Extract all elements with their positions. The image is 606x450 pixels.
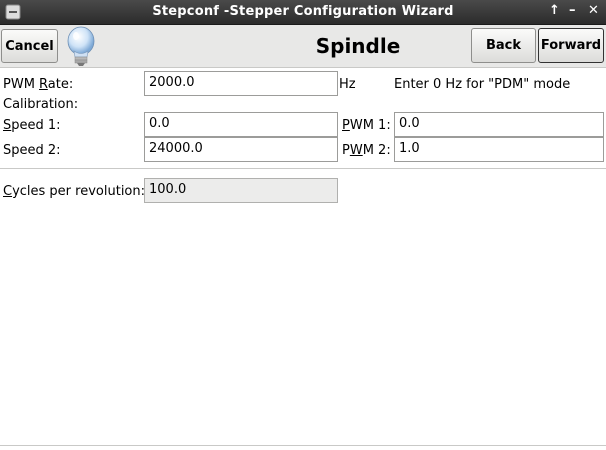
close-icon[interactable]: ✕ <box>588 3 599 18</box>
title-bar: Stepconf -Stepper Configuration Wizard ↑… <box>0 0 606 25</box>
pwm-rate-input[interactable]: 2000.0 <box>144 71 338 96</box>
speed1-label: Speed 1: <box>3 118 61 133</box>
pwm1-label: PWM 1: <box>342 118 391 133</box>
bottom-border <box>0 445 606 446</box>
cancel-button[interactable]: Cancel <box>1 29 58 63</box>
separator <box>0 168 606 169</box>
page-title: Spindle <box>315 34 401 58</box>
window-title: Stepconf -Stepper Configuration Wizard <box>152 4 454 19</box>
pwm2-input[interactable]: 1.0 <box>394 137 604 162</box>
wizard-header: Cancel Spindle Back Forward <box>0 25 606 68</box>
pwm-rate-label: PWM Rate: <box>3 77 74 92</box>
speed1-input[interactable]: 0.0 <box>144 112 338 137</box>
pdm-mode-hint: Enter 0 Hz for "PDM" mode <box>394 77 571 92</box>
cycles-per-revolution-input[interactable]: 100.0 <box>144 178 338 203</box>
cycles-per-revolution-label: Cycles per revolution: <box>3 184 145 199</box>
speed2-input[interactable]: 24000.0 <box>144 137 338 162</box>
maximize-icon[interactable]: ↑ <box>549 3 560 18</box>
speed2-label: Speed 2: <box>3 143 61 158</box>
calibration-label: Calibration: <box>3 97 79 112</box>
lightbulb-icon <box>67 26 95 66</box>
back-button[interactable]: Back <box>471 28 536 63</box>
pwm2-label: PWM 2: <box>342 143 391 158</box>
pwm1-input[interactable]: 0.0 <box>394 112 604 137</box>
minimize-icon[interactable]: – <box>569 3 576 18</box>
forward-button[interactable]: Forward <box>538 28 604 63</box>
pwm-rate-unit: Hz <box>339 77 356 92</box>
